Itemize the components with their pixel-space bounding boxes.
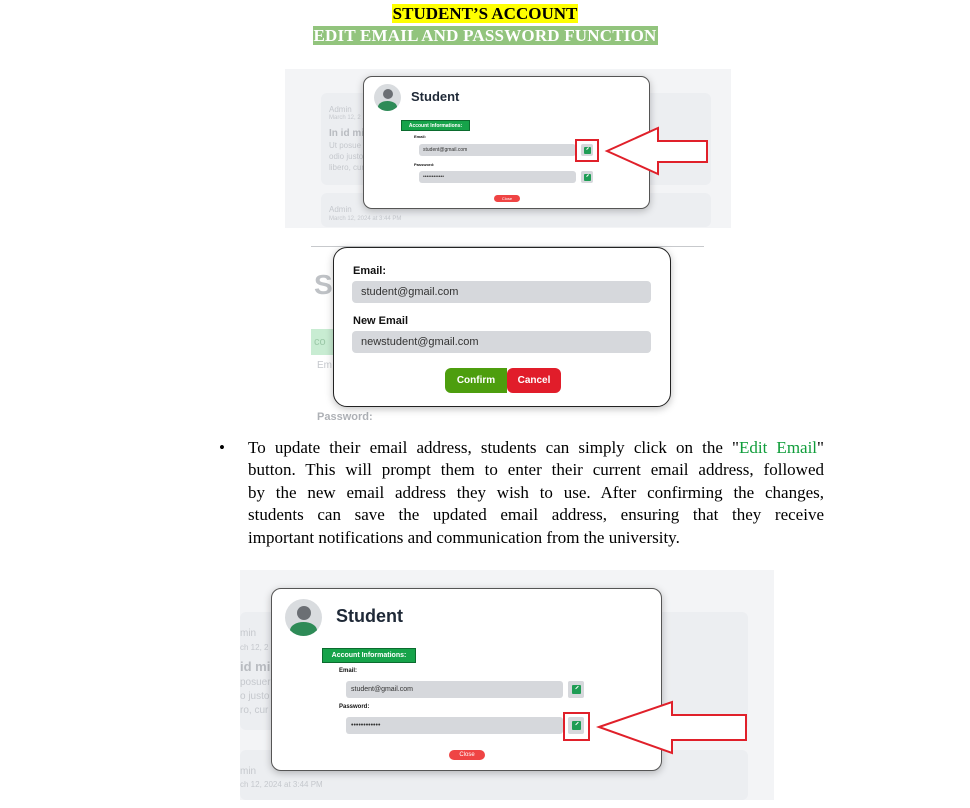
post-date: March 12, 2 [329,115,361,121]
current-email-field[interactable]: student@gmail.com [352,281,651,303]
highlight-box [575,139,599,162]
post-date: ch 12, 2024 at 3:44 PM [240,780,323,789]
pointer-arrow-icon [595,700,747,755]
highlight-box [563,712,590,741]
post-text: ro, cur [240,705,269,716]
post-author: min [240,766,257,777]
email-field[interactable]: student@gmail.com [346,681,563,698]
document-title: STUDENT’S ACCOUNT [391,4,579,23]
paragraph-line: important notifications and communicatio… [248,527,680,547]
password-field[interactable]: •••••••••••• [419,171,576,183]
edit-email-button[interactable] [568,681,584,698]
account-info-badge: Account Informations: [401,120,470,131]
post-author: Admin [329,105,352,114]
email-field[interactable]: student@gmail.com [419,144,576,156]
password-label: Password: [339,704,370,710]
close-button[interactable]: Close [449,750,485,760]
email-label: Email: [339,668,358,674]
document-subtitle: EDIT EMAIL AND PASSWORD FUNCTION [312,26,658,45]
cancel-button[interactable]: Cancel [507,368,561,393]
edit-email-reference: Edit Email [738,438,818,457]
confirm-button[interactable]: Confirm [445,368,507,393]
post-text: Ut posue [329,141,362,150]
paragraph-line: students can save the updated email addr… [248,505,824,525]
post-title: id mi [240,659,271,674]
close-button[interactable]: Close [494,195,520,202]
post-title: In id mi [329,128,364,139]
paragraph-line: To update their email address, students … [248,438,824,457]
paragraph-line: by the new email address they wish to us… [248,482,824,502]
student-name: Student [336,606,403,626]
email-label: Email: [414,134,427,139]
new-email-field[interactable]: newstudent@gmail.com [352,331,651,353]
post-text: odio justo [329,152,364,161]
post-text: o justo [240,691,270,702]
avatar-icon [374,84,401,111]
post-author: min [240,628,257,639]
post-date: ch 12, 2 [240,643,269,652]
post-date: March 12, 2024 at 3:44 PM [329,216,402,222]
bg-badge-text: co [314,336,326,348]
edit-icon [583,173,591,181]
bg-label: Password: [317,411,373,423]
post-text: posuer [240,677,271,688]
edit-email-modal: Email: student@gmail.com New Email newst… [333,247,671,407]
new-email-label: New Email [353,315,409,327]
bg-label: Em [317,360,332,371]
post-text: libero, cur [329,163,365,172]
edit-password-button[interactable] [581,171,593,183]
password-field[interactable]: •••••••••••• [346,717,563,734]
password-label: Password: [414,162,435,167]
post-author: Admin [329,205,352,214]
paragraph-line: button. This will prompt them to enter t… [248,460,824,480]
email-label: Email: [353,265,387,277]
bullet-dot: • [219,438,225,457]
account-info-badge: Account Informations: [322,648,416,663]
avatar-icon [285,599,322,636]
student-name: Student [411,89,460,104]
edit-icon [571,685,581,694]
description-paragraph: To update their email address, students … [248,437,824,549]
pointer-arrow-icon [604,126,708,176]
